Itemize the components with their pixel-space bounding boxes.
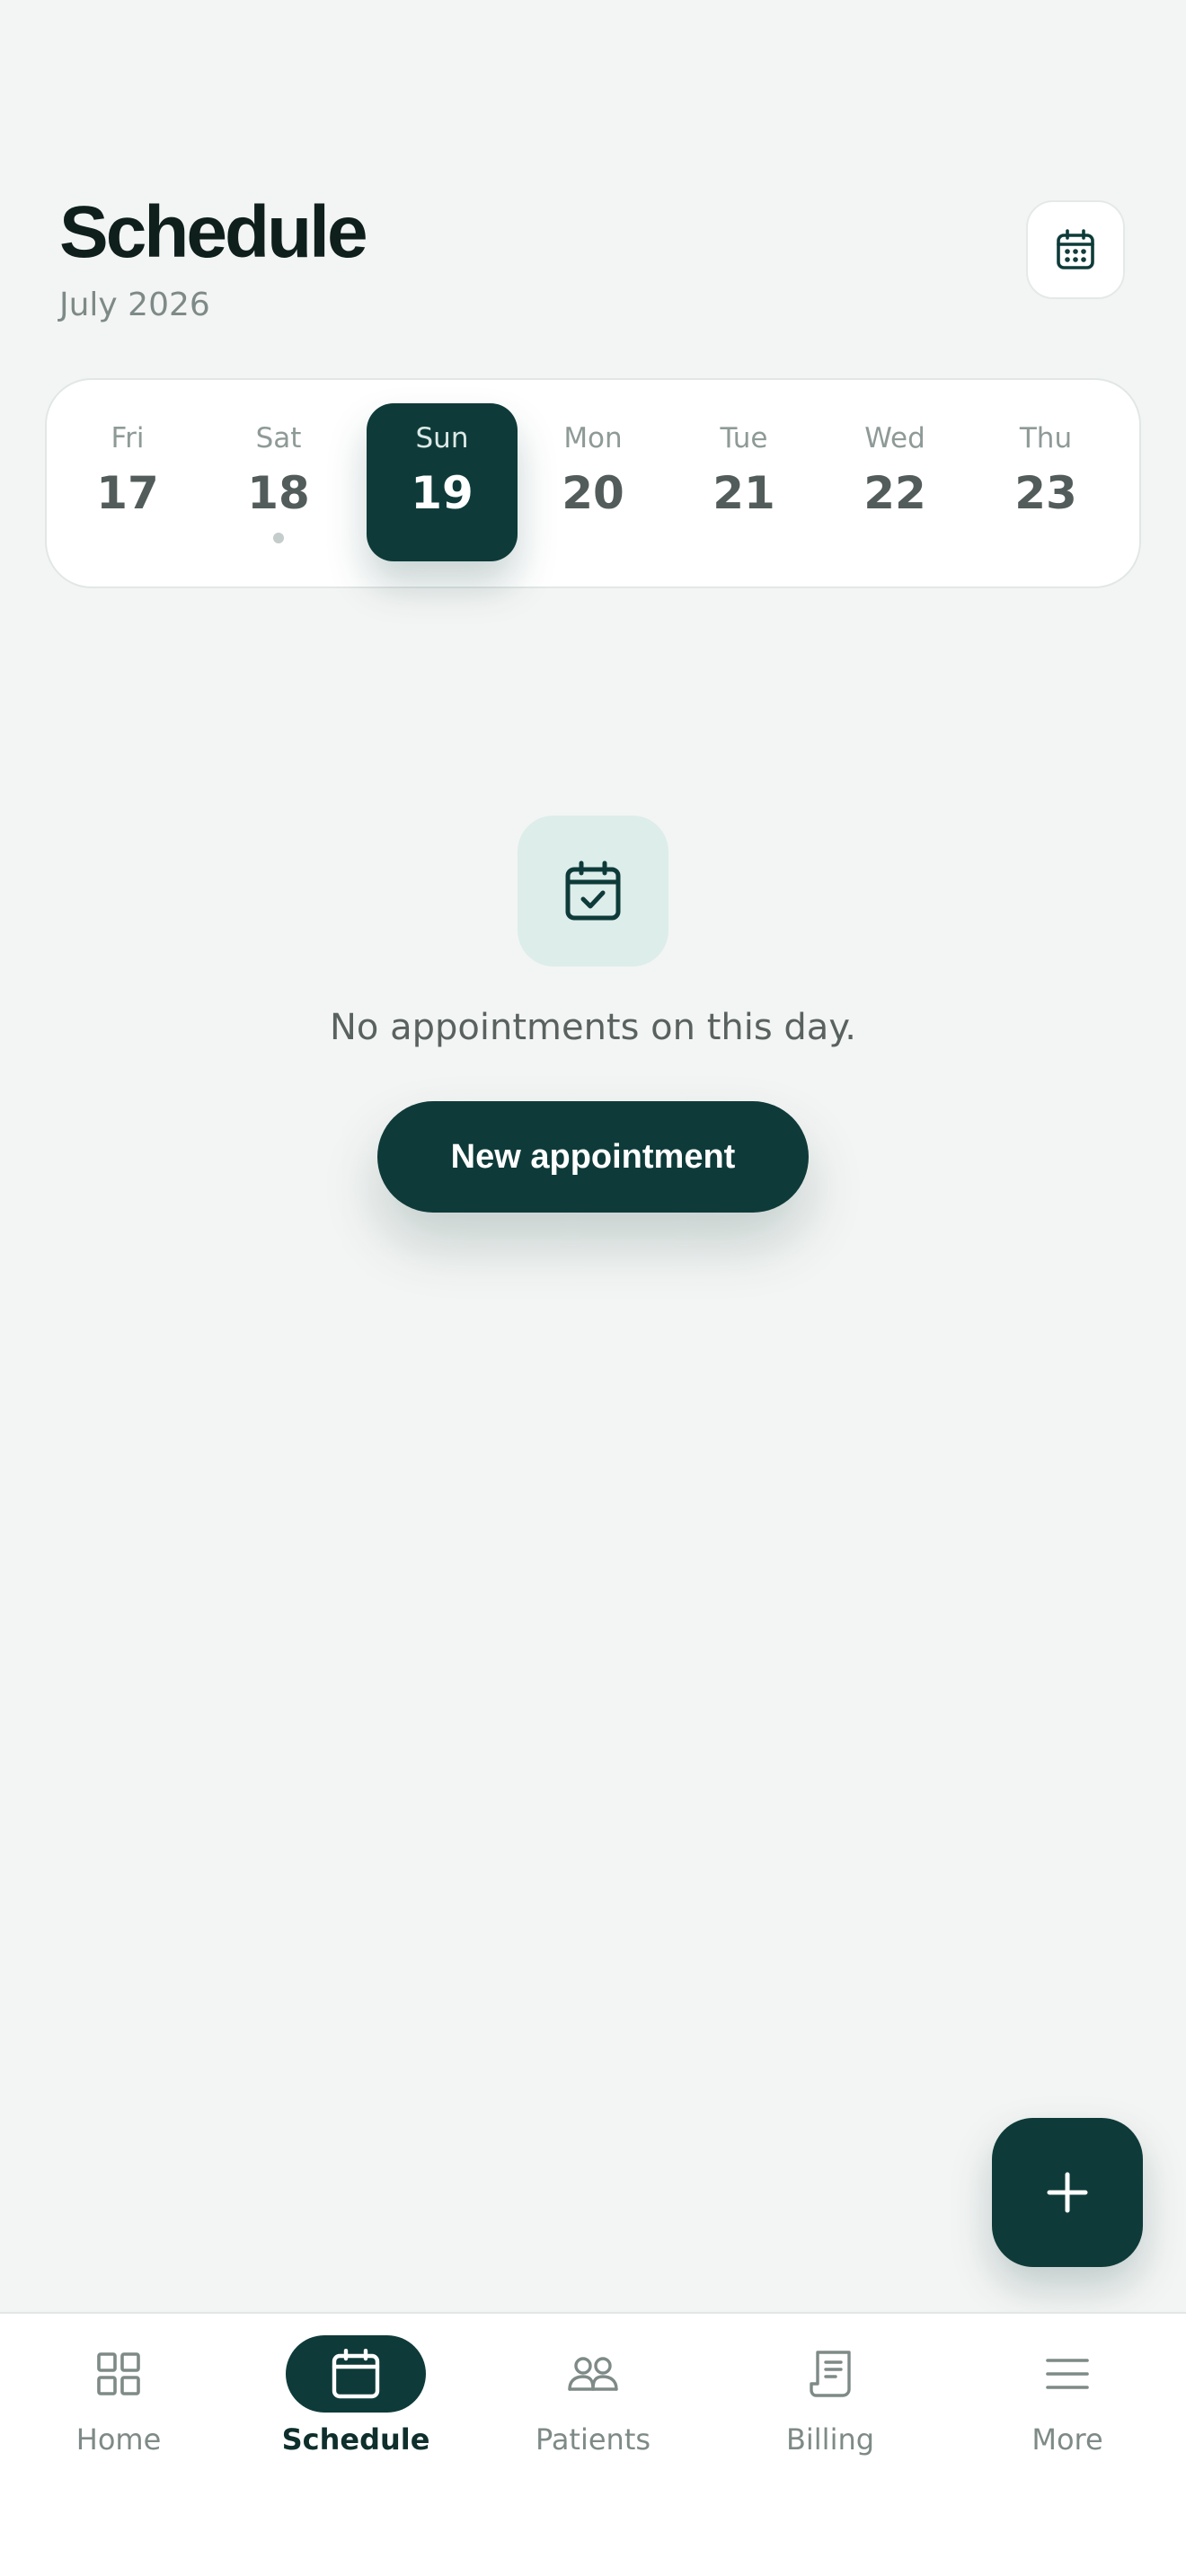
calendar-check-icon bbox=[565, 860, 621, 921]
tab-billing-label: Billing bbox=[785, 2422, 875, 2457]
day-number: 21 bbox=[712, 467, 775, 519]
grid-icon bbox=[97, 2352, 140, 2395]
day-name: Sat bbox=[255, 422, 302, 454]
tab-billing[interactable]: Billing bbox=[712, 2314, 949, 2493]
calendar-picker-button[interactable] bbox=[1026, 200, 1125, 299]
day-number: 19 bbox=[411, 467, 474, 519]
plus-icon bbox=[1047, 2172, 1088, 2213]
add-fab-button[interactable] bbox=[992, 2118, 1143, 2267]
calendar-grid-icon bbox=[1057, 229, 1094, 269]
day-fri-17[interactable]: Fri 17 bbox=[52, 403, 203, 561]
empty-state-message: No appointments on this day. bbox=[329, 1007, 856, 1048]
tab-more[interactable]: More bbox=[949, 2314, 1186, 2493]
day-name: Tue bbox=[720, 422, 768, 454]
new-appointment-button[interactable]: New appointment bbox=[377, 1101, 809, 1213]
tab-schedule-label: Schedule bbox=[281, 2422, 430, 2457]
tab-more-label: More bbox=[1031, 2422, 1103, 2457]
tab-patients[interactable]: Patients bbox=[474, 2314, 712, 2493]
tab-patients-label: Patients bbox=[535, 2422, 651, 2457]
day-number: 22 bbox=[863, 467, 926, 519]
day-sat-18[interactable]: Sat 18 bbox=[203, 403, 354, 561]
day-mon-20[interactable]: Mon 20 bbox=[518, 403, 668, 561]
tab-schedule[interactable]: Schedule bbox=[237, 2314, 474, 2493]
week-strip: Fri 17 Sat 18 Sun 19 Mon 20 Tue 21 Wed 22 Thu 23 bbox=[45, 378, 1141, 588]
day-number: 23 bbox=[1014, 467, 1077, 519]
receipt-icon bbox=[810, 2351, 851, 2397]
day-number: 20 bbox=[562, 467, 624, 519]
bottom-tab-bar: Home Schedule Patients Billing More bbox=[0, 2312, 1186, 2576]
menu-icon bbox=[1046, 2359, 1089, 2389]
day-name: Wed bbox=[864, 422, 925, 454]
month-label: July 2026 bbox=[59, 287, 210, 323]
day-name: Thu bbox=[1019, 422, 1073, 454]
day-tue-21[interactable]: Tue 21 bbox=[668, 403, 819, 561]
has-events-dot bbox=[273, 533, 284, 543]
page-title: Schedule bbox=[59, 191, 368, 273]
empty-state-icon-tile bbox=[518, 816, 668, 966]
day-wed-22[interactable]: Wed 22 bbox=[819, 403, 970, 561]
day-name: Fri bbox=[111, 422, 145, 454]
users-icon bbox=[568, 2357, 618, 2391]
day-number: 18 bbox=[247, 467, 310, 519]
day-name: Sun bbox=[415, 422, 469, 454]
tab-home[interactable]: Home bbox=[0, 2314, 237, 2493]
day-number: 17 bbox=[96, 467, 159, 519]
tab-home-label: Home bbox=[75, 2422, 162, 2457]
day-sun-19[interactable]: Sun 19 bbox=[367, 403, 518, 561]
calendar-icon bbox=[332, 2349, 380, 2399]
day-name: Mon bbox=[563, 422, 623, 454]
day-thu-23[interactable]: Thu 23 bbox=[970, 403, 1121, 561]
